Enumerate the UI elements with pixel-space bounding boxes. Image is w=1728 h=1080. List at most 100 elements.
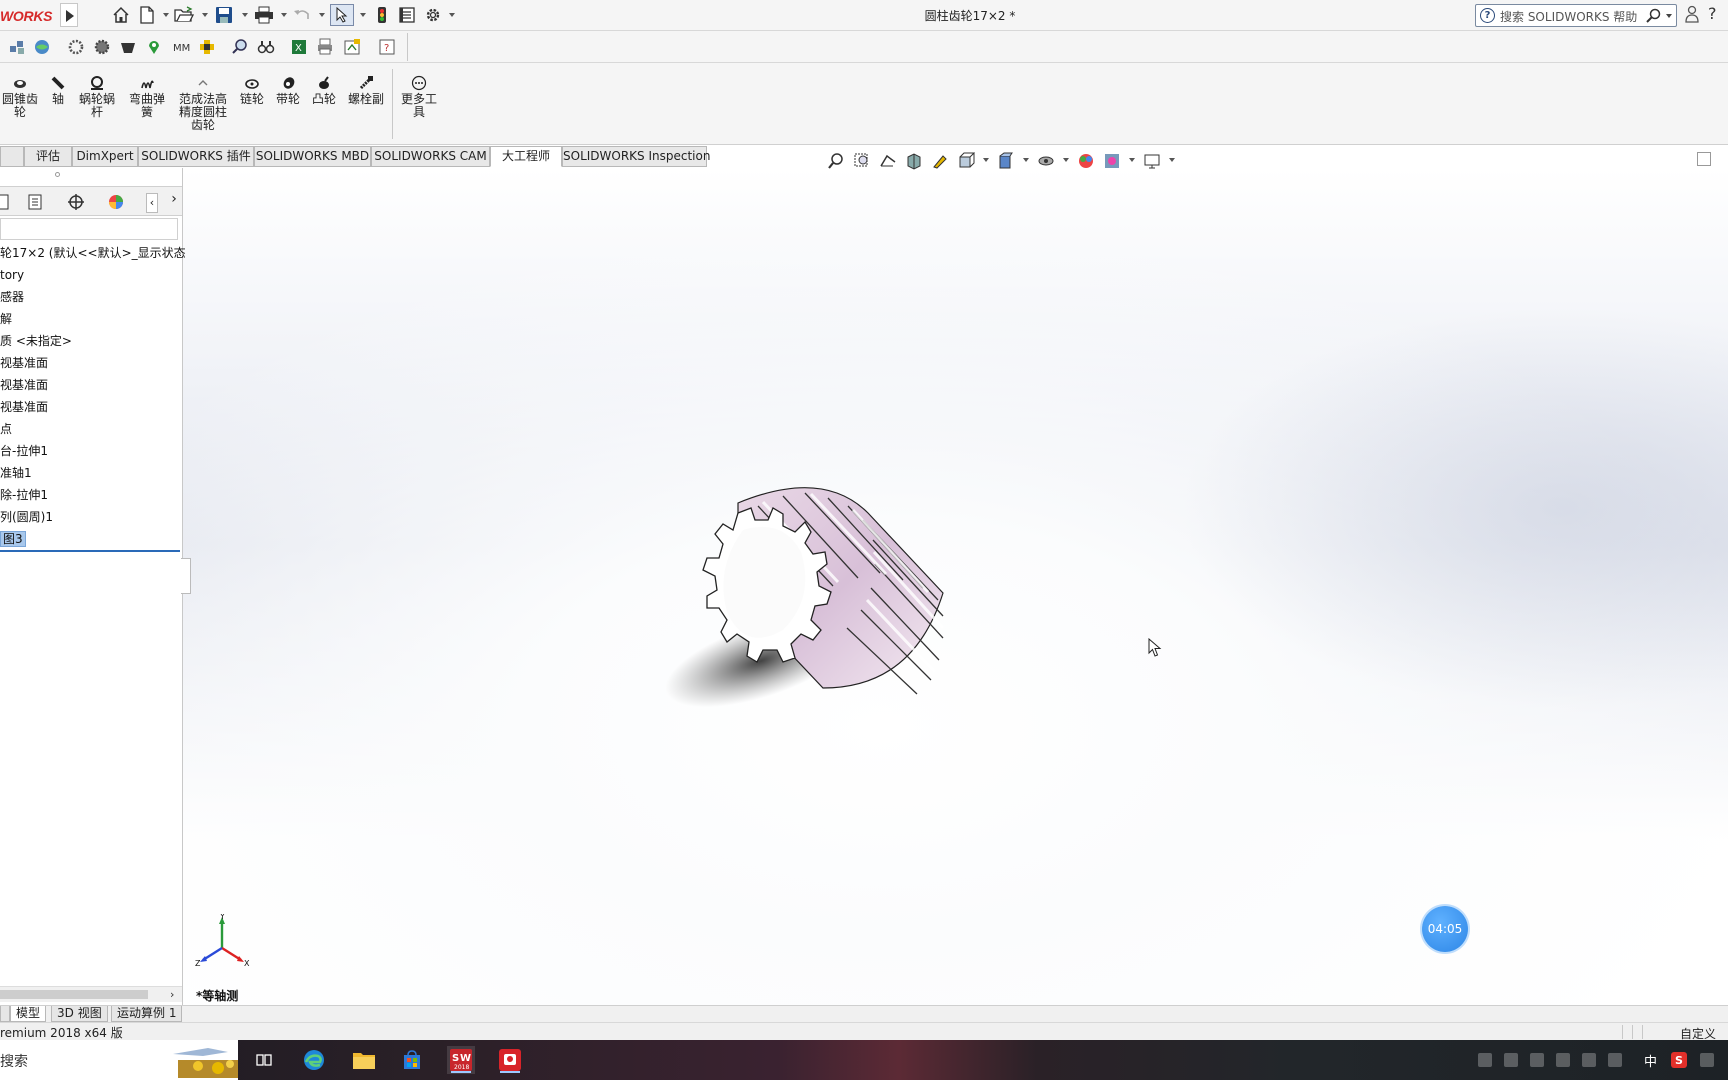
tray-icon[interactable] [1556, 1053, 1570, 1067]
zoom-to-fit-icon[interactable] [827, 152, 845, 170]
tray-icon[interactable] [1582, 1053, 1596, 1067]
tray-icon[interactable] [1504, 1053, 1518, 1067]
display-style-caret[interactable] [1023, 158, 1029, 162]
display-manager-tab-icon[interactable] [106, 192, 126, 212]
tabs-scroll-left-button[interactable]: ‹ [146, 193, 158, 213]
edge-browser-icon[interactable] [300, 1046, 328, 1074]
undo-dropdown-caret[interactable] [319, 13, 325, 17]
print-preview-icon[interactable] [316, 38, 334, 56]
ribbon-tool-worm-gear[interactable]: 蜗轮蜗 杆 [76, 75, 118, 119]
tree-item-reference-axis[interactable]: 准轴1 [0, 463, 32, 483]
solidworks-menu-flyout-button[interactable] [60, 3, 78, 27]
tab-da-gong-cheng-shi[interactable]: 大工程师 [490, 146, 562, 167]
ribbon-tool-more-tools[interactable]: 更多工 具 [398, 75, 440, 119]
toolbox-help-icon[interactable]: ? [378, 38, 396, 56]
store-icon[interactable] [398, 1046, 426, 1074]
tree-item-cut-extrude[interactable]: 除-拉伸1 [0, 485, 48, 505]
rebuild-traffic-light-icon[interactable] [372, 5, 392, 25]
rollback-bar[interactable] [0, 550, 180, 552]
ribbon-tool-spur-gear[interactable]: 范成法高 精度圆柱 齿轮 [176, 75, 230, 132]
hide-show-caret[interactable] [1063, 158, 1069, 162]
property-manager-tab-icon[interactable] [26, 192, 46, 212]
panel-collapse-grip[interactable] [181, 558, 191, 594]
open-folder-icon[interactable] [174, 5, 194, 25]
select-dropdown-caret[interactable] [360, 13, 366, 17]
new-document-icon[interactable] [137, 5, 157, 25]
help-button[interactable]: ? [1708, 4, 1717, 23]
help-search-input[interactable]: ? 搜索 SOLIDWORKS 帮助 [1475, 4, 1677, 27]
ribbon-tool-bend-spring[interactable]: 弯曲弹 簧 [126, 75, 168, 119]
cross-part-icon[interactable] [198, 38, 216, 56]
hide-show-items-icon[interactable] [1037, 152, 1055, 170]
feature-tree-tab-icon[interactable] [0, 192, 16, 212]
gear-settings-icon[interactable] [67, 38, 85, 56]
tab-motion-study-1[interactable]: 运动算例 1 [111, 1006, 183, 1022]
search-icon[interactable] [1646, 8, 1662, 27]
tree-item-material[interactable]: 质 <未指定> [0, 331, 72, 351]
view-orientation-caret[interactable] [983, 158, 989, 162]
globe-tool-icon[interactable] [33, 38, 51, 56]
excel-export-icon[interactable]: X [290, 38, 308, 56]
tree-item-annotations[interactable]: 解 [0, 309, 12, 329]
user-account-icon[interactable] [1685, 5, 1699, 26]
assembly-tool-icon[interactable] [8, 38, 26, 56]
tray-icon[interactable] [1530, 1053, 1544, 1067]
view-settings-caret[interactable] [1169, 158, 1175, 162]
tray-icon[interactable] [1608, 1053, 1622, 1067]
hm-tool-icon[interactable]: MM [172, 38, 190, 56]
bucket-tool-icon[interactable] [119, 38, 137, 56]
section-view-icon[interactable] [905, 152, 923, 170]
recording-timer-badge[interactable]: 04:05 [1422, 906, 1468, 952]
tab-model[interactable]: 模型 [10, 1006, 47, 1022]
tab-hidden-left[interactable] [0, 146, 24, 167]
tray-icon[interactable] [1478, 1053, 1492, 1067]
home-icon[interactable] [111, 5, 131, 25]
task-pane-toggle-icon[interactable] [1697, 152, 1711, 166]
scroll-right-arrow-icon[interactable]: › [170, 988, 174, 1001]
ribbon-tool-bolt-pair[interactable]: 螺栓副 [346, 75, 386, 106]
tab-solidworks-addins[interactable]: SOLIDWORKS 插件 [138, 146, 254, 167]
location-pin-icon[interactable] [145, 38, 163, 56]
sheet-tool-icon[interactable] [343, 38, 361, 56]
task-view-icon[interactable] [250, 1046, 278, 1074]
save-dropdown-caret[interactable] [242, 13, 248, 17]
ribbon-tool-shaft[interactable]: 轴 [48, 75, 68, 106]
print-dropdown-caret[interactable] [281, 13, 287, 17]
display-style-icon[interactable] [997, 152, 1015, 170]
red-app-icon[interactable] [496, 1046, 524, 1074]
tab-dimxpert[interactable]: DimXpert [72, 146, 138, 167]
model-tab-scroll[interactable] [0, 1006, 10, 1022]
apply-scene-caret[interactable] [1129, 158, 1135, 162]
tab-3d-view[interactable]: 3D 视图 [51, 1006, 108, 1022]
ribbon-tool-sprocket[interactable]: 链轮 [237, 75, 267, 106]
gear-dark-icon[interactable] [93, 38, 111, 56]
tree-item-front-plane[interactable]: 视基准面 [0, 353, 48, 373]
new-dropdown-caret[interactable] [163, 13, 169, 17]
tree-item-origin[interactable]: 点 [0, 419, 12, 439]
file-properties-icon[interactable] [397, 5, 417, 25]
previous-view-icon[interactable] [879, 152, 897, 170]
apply-scene-icon[interactable] [1103, 152, 1121, 170]
tree-item-sensors[interactable]: 感器 [0, 287, 24, 307]
tab-evaluate[interactable]: 评估 [24, 146, 72, 167]
search-dropdown-caret[interactable] [1666, 14, 1672, 18]
input-method-indicator[interactable]: 中 [1644, 1051, 1657, 1070]
ribbon-tool-bevel-gear[interactable]: 圆锥齿 轮 [0, 75, 40, 119]
tray-icon[interactable] [1700, 1053, 1714, 1067]
tree-item-top-plane[interactable]: 视基准面 [0, 375, 48, 395]
tab-solidworks-inspection[interactable]: SOLIDWORKS Inspection [562, 146, 710, 167]
graphics-viewport[interactable] [183, 168, 1728, 1006]
configuration-manager-tab-icon[interactable] [66, 192, 86, 212]
options-gear-icon[interactable] [423, 5, 443, 25]
tree-item-right-plane[interactable]: 视基准面 [0, 397, 48, 417]
feature-tree-filter-input[interactable] [0, 218, 178, 240]
tree-item-sketch-selected[interactable]: 图3 [0, 529, 26, 549]
edit-appearance-icon[interactable] [1077, 152, 1095, 170]
open-dropdown-caret[interactable] [202, 13, 208, 17]
ribbon-tool-cam[interactable]: 凸轮 [309, 75, 339, 106]
zoom-inspect-icon[interactable] [231, 38, 249, 56]
ribbon-tool-pulley[interactable]: 带轮 [273, 75, 303, 106]
tree-item-circular-pattern[interactable]: 列(圆周)1 [0, 507, 53, 527]
tabs-scroll-right-button[interactable]: › [164, 191, 184, 211]
file-explorer-icon[interactable] [350, 1046, 378, 1074]
